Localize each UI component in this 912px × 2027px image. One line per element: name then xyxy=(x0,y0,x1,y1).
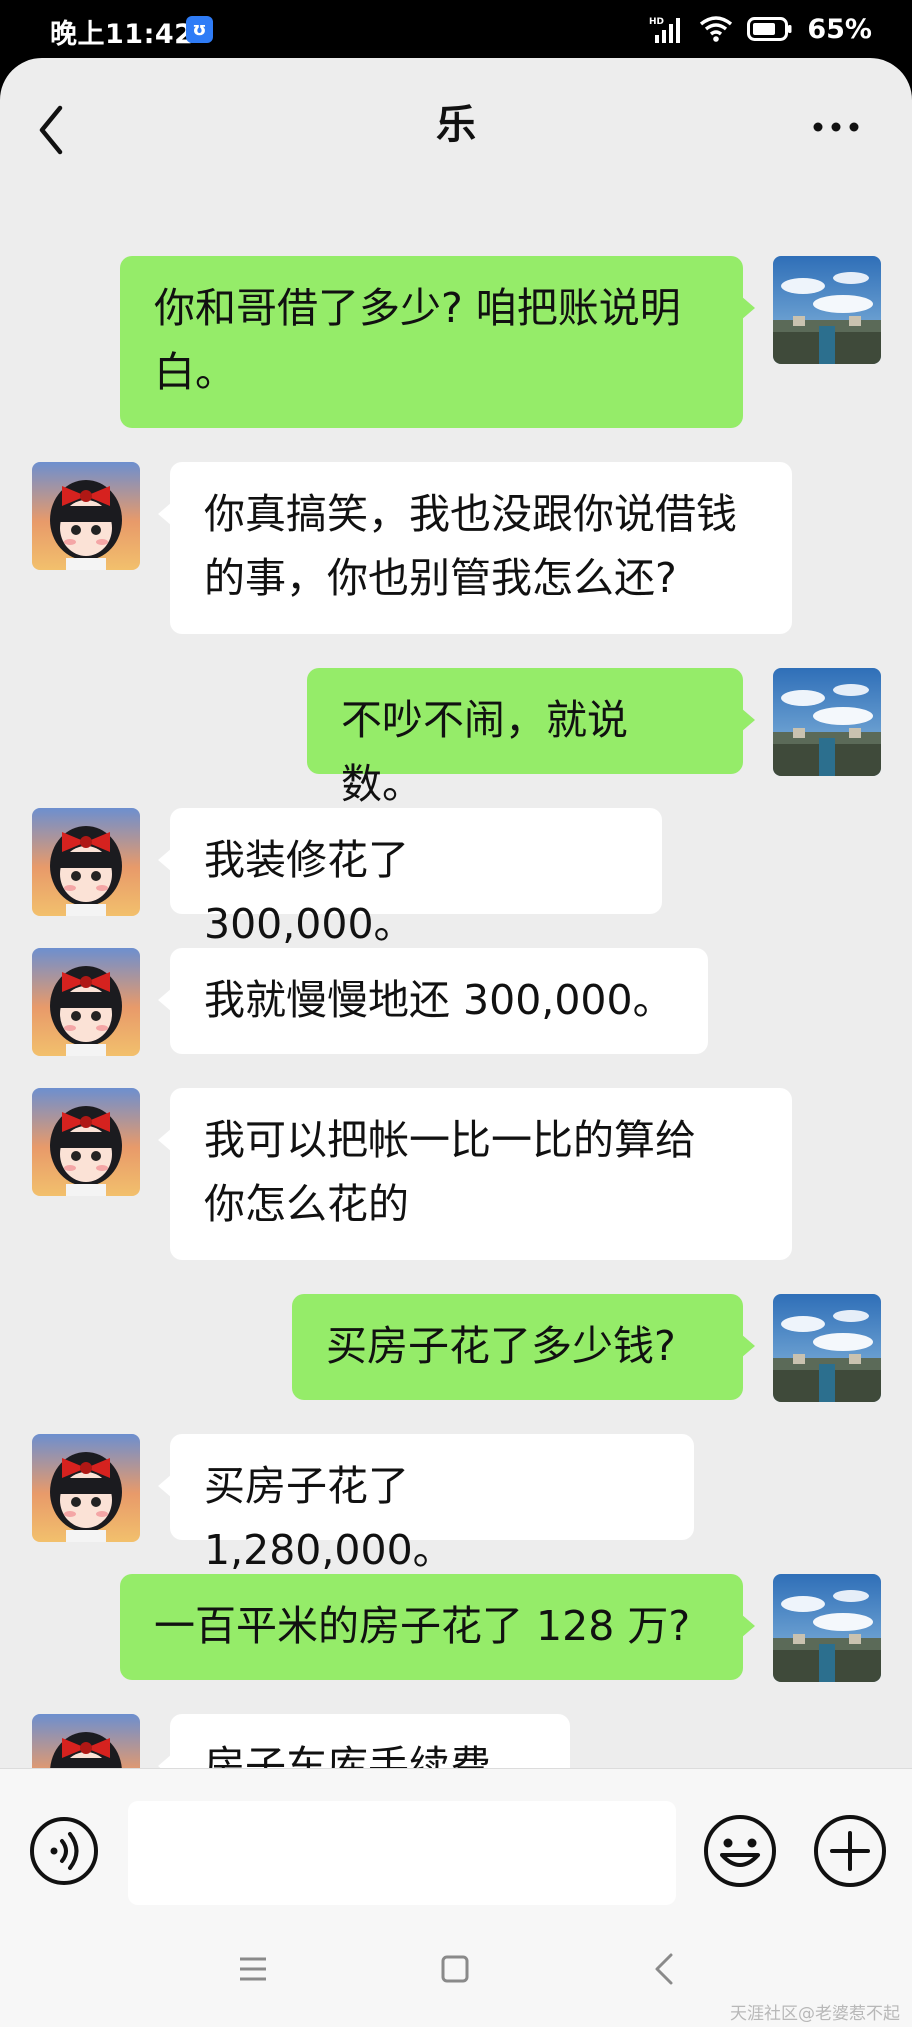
system-nav-bar: 天涯社区@老婆惹不起 xyxy=(0,1918,912,2027)
contact-avatar[interactable] xyxy=(32,1088,140,1196)
home-icon[interactable] xyxy=(440,1954,470,1984)
status-bar: 晚上11:42 ʊ HD 65% xyxy=(0,0,912,58)
message-row: 一百平米的房子花了 128 万? xyxy=(0,1574,912,1682)
message-row: 你真搞笑，我也没跟你说借钱 的事，你也别管我怎么还? xyxy=(0,462,912,634)
battery-level: 65% xyxy=(807,13,872,45)
message-row: 我就慢慢地还 300,000。 xyxy=(0,948,912,1056)
battery-icon xyxy=(747,17,792,41)
my-avatar[interactable] xyxy=(773,668,881,776)
message-row: 不吵不闹，就说数。 xyxy=(0,668,912,808)
nav-back-icon[interactable] xyxy=(652,1952,676,1986)
sent-message-bubble[interactable]: 你和哥借了多少? 咱把账说明 白。 xyxy=(120,256,755,428)
signal-icon: HD xyxy=(649,17,681,43)
voice-icon[interactable] xyxy=(28,1815,100,1887)
received-message-bubble[interactable]: 买房子花了 1,280,000。 xyxy=(158,1434,694,1574)
contact-avatar[interactable] xyxy=(32,808,140,916)
contact-avatar[interactable] xyxy=(32,948,140,1056)
status-time: 晚上11:42 xyxy=(50,19,194,50)
received-message-bubble[interactable]: 你真搞笑，我也没跟你说借钱 的事，你也别管我怎么还? xyxy=(158,462,792,634)
contact-avatar[interactable] xyxy=(32,462,140,570)
smile-icon[interactable] xyxy=(702,1813,778,1889)
menu-icon[interactable] xyxy=(238,1954,268,1984)
received-message-bubble[interactable]: 我可以把帐一比一比的算给 你怎么花的 xyxy=(158,1088,792,1260)
my-avatar[interactable] xyxy=(773,1574,881,1682)
watermark: 天涯社区@老婆惹不起 xyxy=(730,2004,900,2024)
app-notification-icon: ʊ xyxy=(186,16,213,43)
my-avatar[interactable] xyxy=(773,1294,881,1402)
sent-message-bubble[interactable]: 不吵不闹，就说数。 xyxy=(307,668,755,808)
message-input[interactable] xyxy=(128,1801,676,1905)
message-list: 你和哥借了多少? 咱把账说明 白。你真搞笑，我也没跟你说借钱 的事，你也别管我怎… xyxy=(0,186,912,1826)
sent-message-bubble[interactable]: 买房子花了多少钱? xyxy=(292,1294,755,1400)
message-row: 我可以把帐一比一比的算给 你怎么花的 xyxy=(0,1088,912,1260)
wifi-icon xyxy=(700,16,733,42)
more-dots-icon[interactable] xyxy=(812,120,860,134)
input-bar xyxy=(0,1768,912,1919)
received-message-bubble[interactable]: 我就慢慢地还 300,000。 xyxy=(158,948,708,1054)
message-row: 买房子花了 1,280,000。 xyxy=(0,1434,912,1574)
contact-avatar[interactable] xyxy=(32,1434,140,1542)
chat-header: 乐 xyxy=(0,58,912,186)
plus-icon[interactable] xyxy=(812,1813,888,1889)
message-row: 我装修花了 300,000。 xyxy=(0,808,912,948)
message-row: 你和哥借了多少? 咱把账说明 白。 xyxy=(0,256,912,428)
network-type: HD xyxy=(649,17,664,27)
sent-message-bubble[interactable]: 一百平米的房子花了 128 万? xyxy=(120,1574,755,1680)
message-row: 买房子花了多少钱? xyxy=(0,1294,912,1402)
status-right: HD 65% xyxy=(649,12,872,46)
my-avatar[interactable] xyxy=(773,256,881,364)
received-message-bubble[interactable]: 我装修花了 300,000。 xyxy=(158,808,662,948)
chat-screen: 乐 你和哥借了多少? 咱把账说明 白。你真搞笑，我也没跟你说借钱 的事，你也别管… xyxy=(0,58,912,2027)
chat-title: 乐 xyxy=(436,102,476,148)
